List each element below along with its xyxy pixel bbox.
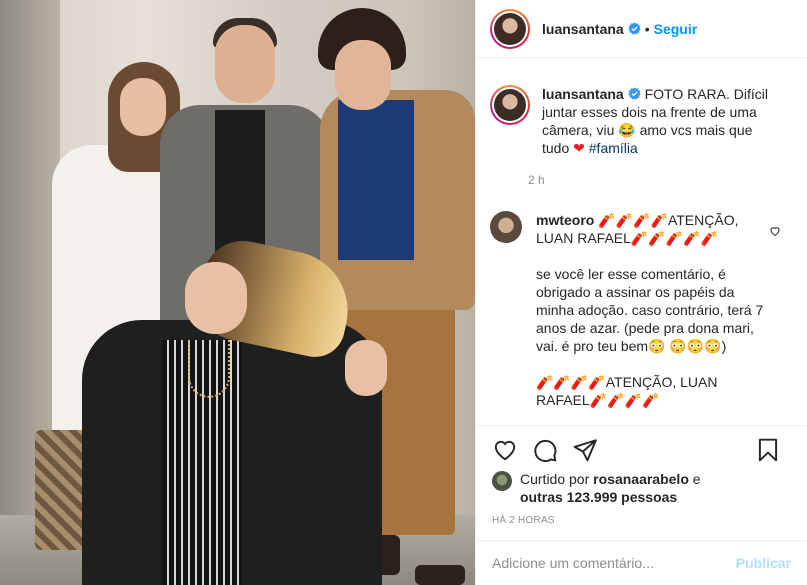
comments-scroll-area[interactable]: luansantana FOTO RARA. Difícil juntar es… — [476, 59, 807, 425]
publish-button[interactable]: Publicar — [736, 555, 791, 571]
comment-like-heart-icon[interactable] — [769, 225, 781, 237]
person-girl-face — [185, 262, 247, 334]
action-bar — [476, 425, 807, 473]
liked-by-prefix: Curtido por — [520, 471, 594, 487]
comment: mwteoro 🧨🧨🧨🧨ATENÇÃO, LUAN RAFAEL🧨🧨🧨🧨🧨 se… — [476, 187, 807, 425]
person-young-man-face — [335, 40, 391, 110]
verified-icon — [628, 87, 641, 100]
caption-avatar[interactable] — [490, 85, 530, 125]
header-username[interactable]: luansantana — [542, 21, 624, 37]
separator-dot: • — [644, 20, 650, 37]
hashtag-link[interactable]: #família — [589, 140, 638, 156]
comment-icon[interactable] — [532, 437, 558, 463]
liker-avatar[interactable] — [492, 471, 512, 491]
post-side-panel: luansantana • Seguir luansantana FOTO RA… — [475, 0, 807, 585]
caption: luansantana FOTO RARA. Difícil juntar es… — [476, 59, 807, 157]
liked-by-text: Curtido por rosanaarabelo e outras 123.9… — [520, 470, 701, 506]
comment-text-line2: se você ler esse comentário, é obrigado … — [536, 266, 764, 354]
person-young-man-blue-shirt — [338, 100, 414, 260]
comment-username[interactable]: mwteoro — [536, 212, 594, 228]
share-icon[interactable] — [572, 437, 598, 463]
post-time-ago[interactable]: HÁ 2 HORAS — [492, 515, 555, 526]
add-comment-bar: Publicar — [476, 540, 807, 585]
post-header: luansantana • Seguir — [476, 0, 807, 58]
avatar-image — [494, 12, 526, 45]
person-woman-face — [120, 78, 166, 136]
caption-timestamp[interactable]: 2 h — [528, 173, 807, 187]
heart-icon[interactable] — [492, 437, 518, 463]
caption-body: luansantana FOTO RARA. Difícil juntar es… — [542, 85, 782, 157]
person-young-man-shoe — [415, 565, 465, 585]
caption-username[interactable]: luansantana — [542, 86, 624, 102]
liked-by-middle: e — [688, 471, 701, 487]
commenter-avatar[interactable] — [490, 211, 522, 243]
avatar-image — [494, 89, 526, 121]
post-photo[interactable] — [0, 0, 475, 585]
heart-emoji: ❤ — [573, 140, 585, 156]
comment-text-line3: 🧨🧨🧨🧨ATENÇÃO, LUAN RAFAEL🧨🧨🧨🧨 — [536, 374, 718, 408]
person-girl-hand — [345, 340, 387, 396]
comment-body: mwteoro 🧨🧨🧨🧨ATENÇÃO, LUAN RAFAEL🧨🧨🧨🧨🧨 se… — [536, 211, 766, 425]
person-man-face — [215, 25, 275, 103]
others-likes-link[interactable]: outras 123.999 pessoas — [520, 489, 677, 505]
follow-button[interactable]: Seguir — [654, 21, 698, 37]
verified-icon — [628, 22, 641, 35]
person-girl-necklace — [188, 340, 230, 398]
profile-avatar[interactable] — [490, 8, 530, 49]
liked-by: Curtido por rosanaarabelo e outras 123.9… — [492, 470, 701, 506]
comment-input[interactable] — [492, 555, 736, 571]
liker-username[interactable]: rosanaarabelo — [593, 471, 689, 487]
bookmark-icon[interactable] — [755, 437, 781, 463]
